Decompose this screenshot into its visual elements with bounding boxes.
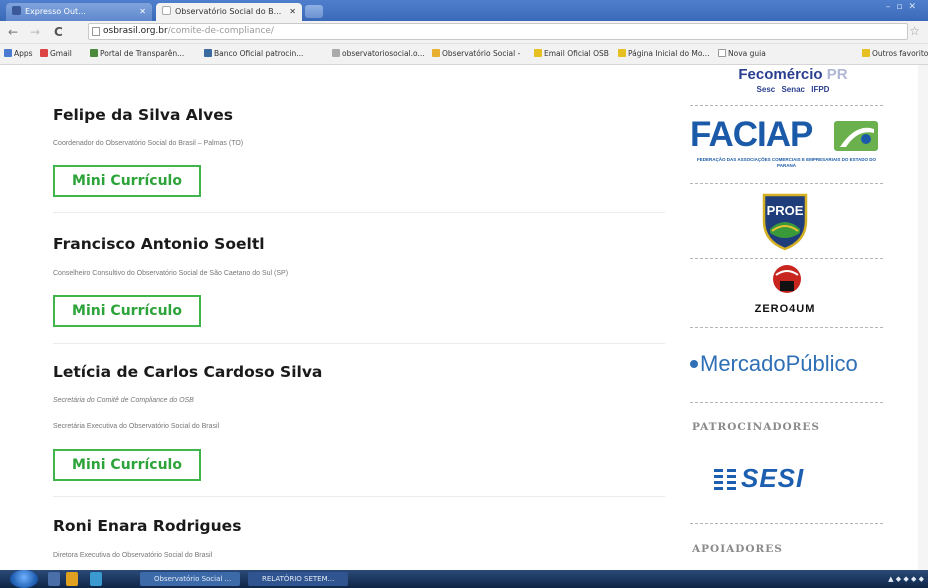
person-role: Conselheiro Consultivo do Observatório S… [53, 270, 289, 277]
os-taskbar: Observatório Social ... RELATÓRIO SETEM.… [0, 570, 928, 588]
mercadopublico-name: MercadoPúblico [700, 351, 858, 376]
folder-icon [618, 49, 626, 57]
apps-grid-icon [4, 49, 12, 57]
person-role: Secretária Executiva do Observatório Soc… [53, 423, 220, 430]
start-button[interactable] [10, 570, 38, 588]
page-favicon-icon [162, 6, 171, 15]
portal-icon [90, 49, 98, 57]
tab-expresso[interactable]: Expresso Out... ✕ [6, 3, 152, 21]
sidebar-divider [690, 258, 883, 259]
proe-label: PROE [767, 203, 804, 218]
bookmark-obs-site[interactable]: observatoriosocial.o... [332, 49, 428, 59]
mercadopublico-logo[interactable]: MercadoPúblico [690, 351, 858, 377]
faciap-subtitle: FEDERAÇÃO DAS ASSOCIAÇÕES COMERCIAIS E E… [696, 157, 877, 168]
bookmark-gmail[interactable]: Gmail [40, 49, 84, 59]
person-name: Francisco Antonio Soeltl [53, 235, 265, 253]
bookmarks-bar: Apps Gmail Portal de Transparên... Banco… [0, 44, 928, 65]
page-content: Felipe da Silva Alves Coordenador do Obs… [0, 65, 928, 570]
navigation-bar: ← → C osbrasil.org.br/comite-de-complian… [0, 21, 928, 44]
folder-icon [862, 49, 870, 57]
back-arrow-icon[interactable]: ← [8, 24, 18, 40]
person-role: Coordenador do Observatório Social do Br… [53, 140, 244, 147]
window-controls[interactable]: –▫✕ [854, 2, 922, 16]
bookmark-banco[interactable]: Banco Oficial patrocin... [204, 49, 328, 59]
faciap-logo[interactable]: FACIAP [690, 115, 813, 155]
person-name: Felipe da Silva Alves [53, 106, 233, 124]
person-role: Diretora Executiva do Observatório Socia… [53, 552, 213, 559]
new-tab-button[interactable] [305, 5, 323, 18]
dot-icon [690, 360, 698, 368]
bookmark-obs-social[interactable]: Observatório Social - [432, 49, 530, 59]
folder-icon [534, 49, 542, 57]
divider [53, 212, 665, 213]
sesi-logo[interactable]: SESI [741, 463, 804, 493]
tab-label: Observatório Social do B... [175, 7, 282, 16]
patrocinadores-heading: PATROCINADORES [692, 421, 820, 433]
gmail-icon [40, 49, 48, 57]
person-name: Roni Enara Rodrigues [53, 517, 242, 535]
zero4um-logo[interactable]: ZERO4UM [700, 303, 870, 315]
site-icon [332, 49, 340, 57]
bookmark-outros[interactable]: Outros favoritos [862, 49, 928, 59]
sidebar-divider [690, 105, 883, 106]
url-host: osbrasil.org.br [103, 26, 168, 36]
facebook-favicon-icon [12, 6, 21, 15]
address-bar[interactable]: osbrasil.org.br/comite-de-compliance/ [88, 23, 908, 40]
divider [53, 343, 665, 344]
faciap-emblem-icon [834, 121, 878, 151]
fecomercio-logo[interactable]: Fecomércio PR [718, 67, 868, 83]
fecomercio-name: Fecomércio [738, 66, 823, 83]
bookmark-portal[interactable]: Portal de Transparên... [90, 49, 200, 59]
forward-arrow-icon[interactable]: → [30, 24, 40, 40]
ie-icon[interactable] [48, 572, 60, 586]
close-tab-icon[interactable]: ✕ [289, 3, 296, 21]
sidebar-divider [690, 327, 883, 328]
sun-icon [432, 49, 440, 57]
close-tab-icon[interactable]: ✕ [139, 3, 146, 21]
tab-label: Expresso Out... [25, 7, 86, 16]
mini-curriculo-button[interactable]: Mini Currículo [53, 295, 201, 327]
person-role: Secretária do Comitê de Compliance do OS… [53, 397, 194, 404]
bookmark-pagina[interactable]: Página Inicial do Mo... [618, 49, 714, 59]
sesi-stripes-icon [714, 467, 736, 491]
bookmark-email[interactable]: Email Oficial OSB [534, 49, 614, 59]
sidebar-divider [690, 402, 883, 403]
apoiadores-heading: APOIADORES [692, 543, 783, 555]
tab-observatorio[interactable]: Observatório Social do B... ✕ [156, 3, 302, 21]
fecomercio-suffix: PR [826, 66, 848, 83]
system-tray[interactable]: ▲ ◆ ◆ ◆ ◆ [888, 572, 924, 586]
mini-curriculo-button[interactable]: Mini Currículo [53, 165, 201, 197]
proe-shield-icon[interactable]: PROE [760, 191, 810, 251]
mini-curriculo-button[interactable]: Mini Currículo [53, 449, 201, 481]
browser-tab-strip: Expresso Out... ✕ Observatório Social do… [0, 0, 928, 21]
bookmark-apps[interactable]: Apps [4, 49, 34, 59]
divider [53, 496, 665, 497]
page-icon [92, 27, 100, 36]
bookmark-star-icon[interactable]: ☆ [909, 24, 920, 38]
sidebar-divider [690, 183, 883, 184]
fecomercio-subtitle: Sesc Senac IFPD [756, 85, 830, 94]
url-path: /comite-de-compliance/ [167, 26, 274, 36]
zero4um-emblem-icon [773, 265, 801, 293]
page-icon [718, 49, 726, 57]
taskbar-item-browser[interactable]: Observatório Social ... [140, 572, 240, 586]
explorer-icon[interactable] [66, 572, 78, 586]
reload-icon[interactable]: C [54, 24, 63, 40]
bookmark-nova-guia[interactable]: Nova guia [718, 49, 766, 59]
person-name: Letícia de Carlos Cardoso Silva [53, 363, 323, 381]
bank-icon [204, 49, 212, 57]
media-icon[interactable] [90, 572, 102, 586]
taskbar-item-document[interactable]: RELATÓRIO SETEM... [248, 572, 348, 586]
sidebar-divider [690, 523, 883, 524]
vertical-scrollbar[interactable] [918, 65, 928, 570]
